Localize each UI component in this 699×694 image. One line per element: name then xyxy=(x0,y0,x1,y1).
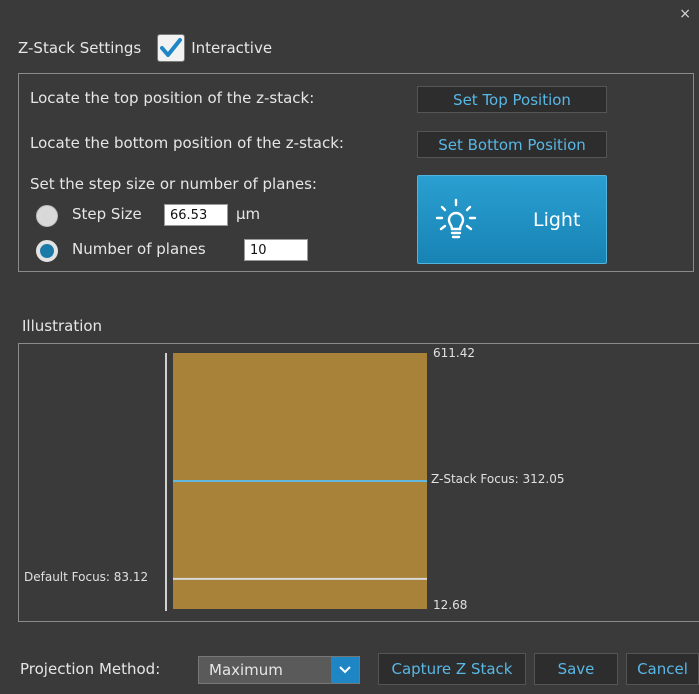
zstack-header: Z-Stack Settings Interactive xyxy=(18,34,272,62)
number-of-planes-input[interactable]: 10 xyxy=(244,239,308,261)
bottom-value-label: 12.68 xyxy=(433,598,468,612)
bottom-position-label: Locate the bottom position of the z-stac… xyxy=(30,134,344,152)
panel-title: Z-Stack Settings xyxy=(18,39,142,57)
checkmark-icon xyxy=(160,38,183,57)
projection-method-value: Maximum xyxy=(209,661,283,679)
interactive-checkbox[interactable] xyxy=(157,34,186,62)
zstack-focus-label: Z-Stack Focus: 312.05 xyxy=(431,472,565,486)
step-size-input[interactable]: 66.53 xyxy=(164,204,228,226)
number-of-planes-label: Number of planes xyxy=(72,240,206,258)
set-bottom-position-button[interactable]: Set Bottom Position xyxy=(417,131,607,158)
step-size-label: Step Size xyxy=(72,205,142,223)
set-top-position-button[interactable]: Set Top Position xyxy=(417,86,607,113)
illustration-title: Illustration xyxy=(22,317,103,335)
top-position-label: Locate the top position of the z-stack: xyxy=(30,89,315,107)
close-icon[interactable]: × xyxy=(679,6,691,22)
step-prompt-label: Set the step size or number of planes: xyxy=(30,175,317,193)
capture-z-stack-button[interactable]: Capture Z Stack xyxy=(378,653,526,685)
number-of-planes-radio[interactable] xyxy=(36,240,58,262)
light-button-label: Light xyxy=(533,208,581,231)
default-focus-label: Default Focus: 83.12 xyxy=(24,569,149,584)
step-size-unit: µm xyxy=(236,205,261,223)
projection-method-label: Projection Method: xyxy=(20,660,161,678)
top-value-label: 611.42 xyxy=(433,346,475,360)
save-button[interactable]: Save xyxy=(534,653,618,685)
lightbulb-icon xyxy=(435,198,477,238)
interactive-label: Interactive xyxy=(191,39,273,57)
step-size-radio[interactable] xyxy=(36,205,58,227)
chevron-down-icon xyxy=(331,657,359,683)
cancel-button[interactable]: Cancel xyxy=(626,653,699,685)
light-button[interactable]: Light xyxy=(417,175,607,264)
projection-method-select[interactable]: Maximum xyxy=(198,656,360,684)
